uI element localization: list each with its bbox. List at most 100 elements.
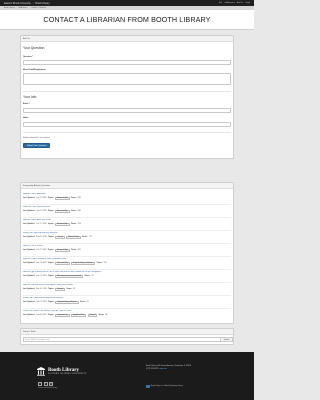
faq-meta: Last Updated: Feb 03, 2020 Topics: General R… bbox=[23, 235, 231, 239]
search-panel: Search Tools Search FAQs/Knowledge Base … bbox=[20, 328, 234, 345]
updated-date: Jan 27, 2021 bbox=[36, 275, 47, 277]
topbar-link-libanswers[interactable]: LibAnswers bbox=[224, 2, 234, 4]
topics-label: Topics: bbox=[47, 197, 54, 199]
topics-label: Topics: bbox=[47, 236, 55, 238]
faq-meta: Last Updated: Jan 06, 2021 Topics: Computer… bbox=[23, 313, 231, 317]
views-label: Views: bbox=[98, 314, 105, 316]
views-count: 649 bbox=[77, 210, 81, 212]
updated-date: Jan 07, 2021 bbox=[36, 301, 47, 303]
faq-item: Where can I print in the library? How do… bbox=[23, 310, 231, 317]
topics-label: Topics: bbox=[47, 262, 55, 264]
topic-tag[interactable]: Research Help bbox=[66, 235, 81, 239]
faq-divider bbox=[23, 230, 231, 231]
topic-tag[interactable]: Research Help bbox=[55, 222, 70, 226]
page-title-band: CONTACT A LIBRARIAN FROM BOOTH LIBRARY bbox=[0, 10, 254, 30]
university-link[interactable]: Eastern Illinois University bbox=[4, 2, 31, 5]
badge-text: Booth Library is a Federal Depository Li… bbox=[151, 386, 183, 387]
views-label: Views: bbox=[70, 249, 77, 251]
topic-tag[interactable]: Using the library's collections bbox=[70, 261, 96, 265]
topbar-link-login[interactable]: Login bbox=[245, 2, 250, 4]
updated-date: Oct 27, 2020 bbox=[36, 197, 47, 199]
topics-label: Topics: bbox=[47, 275, 55, 277]
topbar-link-askus[interactable]: Ask Us bbox=[237, 2, 243, 4]
details-textarea[interactable] bbox=[23, 73, 231, 85]
section-your-question: Your Question bbox=[23, 46, 45, 50]
views-count: 594 bbox=[77, 223, 81, 225]
panel-heading: Ask Us bbox=[21, 36, 233, 42]
views-label: Views: bbox=[82, 236, 88, 238]
faq-divider bbox=[23, 269, 231, 270]
topics-label: Topics: bbox=[47, 314, 55, 316]
views-label: Views: bbox=[96, 262, 103, 264]
updated-label: Last Updated: bbox=[23, 262, 35, 264]
views-label: Views: bbox=[66, 288, 72, 290]
updated-date: Feb 03, 2020 bbox=[36, 236, 47, 238]
facebook-icon[interactable]: f bbox=[38, 382, 42, 386]
contact-us-link[interactable]: contact us bbox=[159, 368, 167, 370]
views-label: Views: bbox=[84, 275, 91, 277]
question-input[interactable] bbox=[23, 60, 231, 65]
topic-tag[interactable]: Borrowing and renewing materials bbox=[55, 274, 84, 278]
topic-tag[interactable]: Research Help bbox=[55, 261, 70, 265]
faq-meta: Last Updated: Oct 27, 2020 Topics: Research… bbox=[23, 196, 231, 200]
topics-label: Topics: bbox=[47, 288, 55, 290]
page-title: CONTACT A LIBRARIAN FROM BOOTH LIBRARY bbox=[43, 15, 211, 24]
breadcrumb-item[interactable]: Booth Library bbox=[4, 7, 15, 9]
updated-date: Feb 10, 2020 bbox=[36, 288, 47, 290]
library-logo-icon bbox=[37, 367, 45, 376]
faq-meta: Last Updated: Feb 10, 2020 Topics: General V… bbox=[23, 287, 231, 291]
search-input[interactable]: Search FAQs/Knowledge Base bbox=[23, 337, 221, 342]
topic-tag[interactable]: Using the library collections bbox=[55, 300, 79, 304]
topic-tag[interactable]: Computer help bbox=[55, 313, 70, 317]
panel-heading: Frequently Asked Questions bbox=[21, 183, 233, 189]
search-button[interactable]: Search bbox=[221, 337, 233, 342]
faq-meta: Last Updated: Oct 27, 2020 Topics: Research… bbox=[23, 248, 231, 252]
faq-item: How can I find a journal article? Last Up… bbox=[23, 206, 231, 213]
topic-tag[interactable]: General bbox=[55, 287, 66, 291]
updated-label: Last Updated: bbox=[23, 249, 35, 251]
faq-divider bbox=[23, 282, 231, 283]
updated-date: Oct 27, 2020 bbox=[36, 223, 47, 225]
twitter-icon[interactable]: t bbox=[43, 382, 48, 386]
views-label: Views: bbox=[79, 301, 86, 303]
topics-label: Topics: bbox=[47, 210, 54, 212]
booth-library-logo[interactable]: Booth Library EASTERN ILLINOIS UNIVERSIT… bbox=[36, 365, 106, 377]
topbar-link-az[interactable]: A-Z bbox=[219, 2, 222, 4]
instagram-icon[interactable]: ◎ bbox=[49, 382, 53, 386]
question-label: Question * bbox=[23, 56, 33, 58]
email-label: Email * bbox=[23, 103, 30, 105]
library-link[interactable]: Booth Library bbox=[35, 2, 49, 5]
logo-text: Booth Library EASTERN ILLINOIS UNIVERSIT… bbox=[48, 368, 87, 375]
topic-tag[interactable]: General bbox=[87, 313, 98, 317]
topic-tag[interactable]: Research Help bbox=[55, 196, 70, 200]
faq-item: How do I find a database? Last Updated: Oc… bbox=[23, 193, 231, 200]
topics-label: Topics: bbox=[47, 223, 54, 225]
faq-meta: Last Updated: Jan 21, 2021 Topics: Research… bbox=[23, 261, 231, 265]
breadcrumb-item[interactable]: LibAnswers bbox=[18, 7, 27, 9]
updated-label: Last Updated: bbox=[23, 301, 35, 303]
updated-date: Jan 21, 2021 bbox=[36, 262, 47, 264]
email-field[interactable] bbox=[23, 108, 231, 113]
faq-item: Where can I find course materials on res… bbox=[23, 297, 231, 304]
topic-tag[interactable]: Research Help bbox=[55, 209, 70, 213]
name-field[interactable] bbox=[23, 122, 231, 127]
topic-tag[interactable]: General bbox=[55, 235, 66, 239]
required-note: Fields marked with * are required. bbox=[23, 137, 50, 139]
faq-meta: Last Updated: Oct 27, 2020 Topics: Research… bbox=[23, 222, 231, 226]
updated-date: Oct 27, 2020 bbox=[36, 249, 47, 251]
views-label: Views: bbox=[70, 223, 77, 225]
views-label: Views: bbox=[70, 210, 77, 212]
faq-item: Where can I get help with my research? La… bbox=[23, 232, 231, 239]
updated-date: Oct 27, 2020 bbox=[36, 210, 47, 212]
topic-tag[interactable]: Copy/Scan/Print bbox=[70, 313, 87, 317]
faq-meta: Last Updated: Jan 27, 2021 Topics: Borrowin… bbox=[23, 274, 231, 278]
footer: Booth Library EASTERN ILLINOIS UNIVERSIT… bbox=[0, 352, 254, 400]
topic-tag[interactable]: Research Help bbox=[55, 248, 70, 252]
required-mark: * bbox=[32, 56, 34, 58]
views-count: 68 bbox=[105, 314, 108, 316]
submit-question-button[interactable]: Submit Your Question bbox=[23, 143, 51, 148]
ask-form-panel: Ask Us Your Question Question * More Det… bbox=[20, 35, 234, 159]
topics-label: Topics: bbox=[47, 301, 55, 303]
faq-item: How do I find a book you need? Last Updat… bbox=[23, 219, 231, 226]
topbar-links: A-Z LibAnswers Ask Us Login bbox=[219, 2, 250, 4]
